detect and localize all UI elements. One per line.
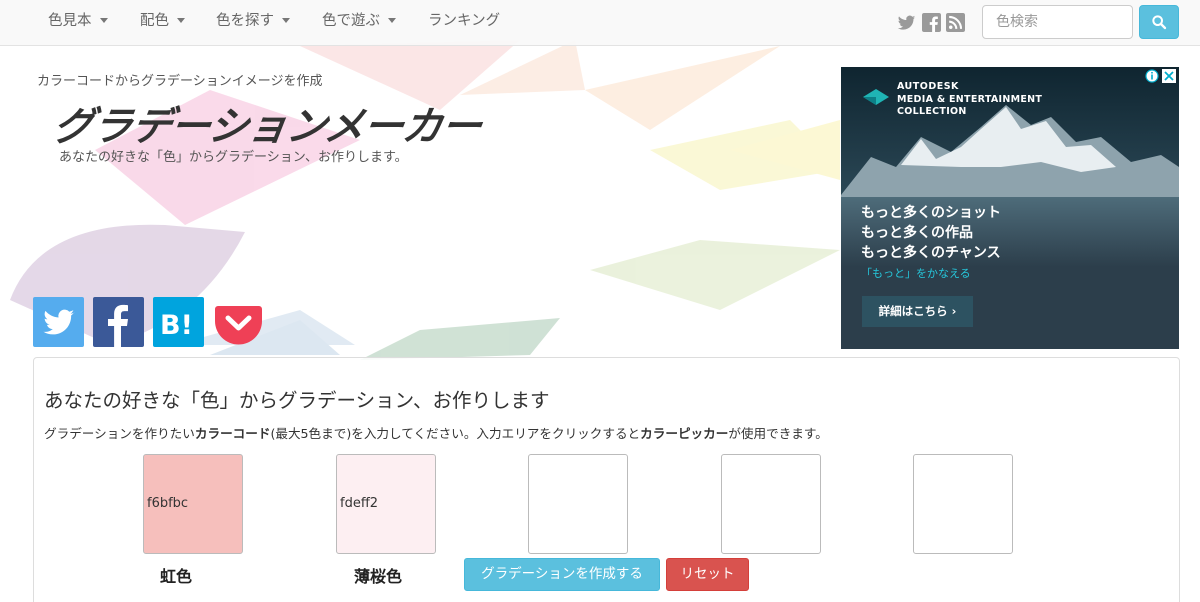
chevron-down-icon [99,18,108,23]
color-code: fdeff2 [340,496,379,511]
pocket-icon [215,306,262,345]
ad-copy-line: もっと多くのチャンス [861,245,1001,261]
chevron-down-icon [177,18,185,23]
facebook-icon[interactable] [922,13,941,32]
share-pocket-button[interactable] [213,297,264,347]
ad-copy-line: もっと多くのショット [861,205,1001,221]
color-input-4[interactable] [721,454,821,554]
ad-brand-line2: MEDIA & ENTERTAINMENT [897,94,1043,105]
ad-info-icon[interactable] [1145,69,1159,83]
svg-text:B!: B! [160,310,193,341]
autodesk-logo-icon [863,89,889,105]
header-subcopy: あなたの好きな「色」からグラデーション、お作りします。 [59,150,408,165]
nav-item-play-with-color[interactable]: 色で遊ぶ [322,0,396,46]
color-name-2: 薄桜色 [354,567,403,586]
color-input-3[interactable] [528,454,628,554]
rss-icon[interactable] [946,13,965,32]
twitter-icon[interactable] [897,13,916,32]
nav-item-color-samples[interactable]: 色見本 [48,0,108,46]
search-icon [1152,15,1167,30]
ad-copy-line: もっと多くの作品 [861,225,973,241]
create-gradient-button[interactable]: グラデーションを作成する [464,558,660,591]
chevron-down-icon [388,18,396,23]
share-twitter-button[interactable] [33,297,84,347]
chevron-down-icon [282,18,290,23]
ad-brand-line1: AUTODESK [897,81,959,92]
color-input-5[interactable] [913,454,1013,554]
share-hatena-bookmark-button[interactable]: B! [153,297,204,347]
color-input-1[interactable]: f6bfbc [143,454,243,554]
share-facebook-button[interactable] [93,297,144,347]
search-button[interactable] [1139,5,1179,39]
color-name-1: 虹色 [160,567,193,586]
header-kicker: カラーコードからグラデーションイメージを作成 [37,74,323,89]
panel-description: グラデーションを作りたいカラーコード(最大5色まで)を入力してください。入力エリ… [44,426,828,441]
site-logo[interactable]: グラデーションメーカー [50,94,485,152]
color-input-2[interactable]: fdeff2 [336,454,436,554]
ad-tagline: 「もっと」をかなえる [861,267,971,280]
hatena-bookmark-icon: B! [160,310,193,341]
gradient-input-panel: あなたの好きな「色」からグラデーション、お作りします グラデーションを作りたいカ… [33,357,1180,602]
nav-item-color-schemes[interactable]: 配色 [140,0,185,46]
ad-cta-button[interactable]: 詳細はこちら › [862,296,973,327]
nav-item-find-color[interactable]: 色を探す [216,0,290,46]
nav-item-ranking[interactable]: ランキング [428,0,500,46]
top-navbar: 色見本 配色 色を探す 色で遊ぶ ランキング [0,0,1200,46]
advertisement-banner[interactable]: AUTODESK MEDIA & ENTERTAINMENT COLLECTIO… [841,67,1179,349]
ad-close-icon[interactable] [1162,69,1176,83]
panel-title: あなたの好きな「色」からグラデーション、お作りします [44,389,550,412]
reset-button[interactable]: リセット [666,558,749,591]
search-input[interactable] [982,5,1133,39]
color-code: f6bfbc [147,496,189,511]
ad-brand-line3: COLLECTION [897,106,967,117]
